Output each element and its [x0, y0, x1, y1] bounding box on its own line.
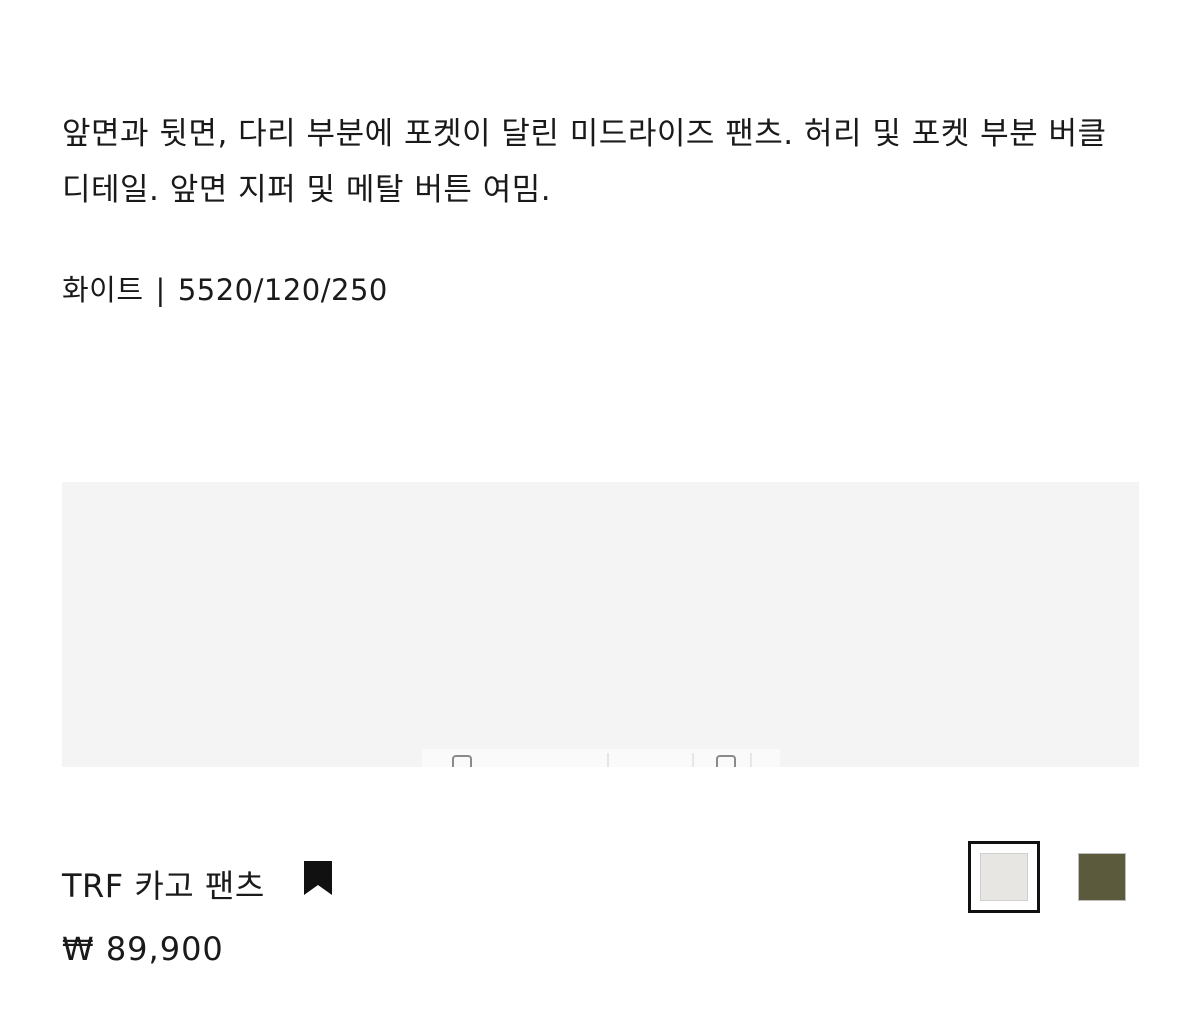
product-color-reference: 화이트 | 5520/120/250 — [62, 270, 388, 310]
bookmark-icon[interactable] — [303, 861, 333, 895]
seam-line — [750, 753, 752, 767]
seam-line — [692, 753, 694, 767]
product-price: ₩ 89,900 — [62, 930, 224, 968]
product-description: 앞면과 뒷면, 다리 부분에 포켓이 달린 미드라이즈 팬츠. 허리 및 포켓 … — [62, 116, 1107, 208]
color-name: 화이트 — [62, 273, 144, 307]
meta-separator: | — [155, 273, 166, 307]
reference-code: 5520/120/250 — [177, 273, 388, 307]
swatch-chip — [980, 853, 1028, 901]
product-name: TRF 카고 팬츠 — [62, 867, 265, 905]
belt-loop — [716, 755, 736, 767]
seam-line — [607, 753, 609, 767]
color-swatch-white[interactable] — [968, 841, 1040, 913]
color-swatch-khaki[interactable] — [1078, 853, 1126, 901]
belt-loop — [452, 755, 472, 767]
garment-waistband — [422, 749, 780, 767]
product-title-row: TRF 카고 팬츠 — [62, 860, 333, 908]
product-image[interactable] — [62, 482, 1139, 767]
